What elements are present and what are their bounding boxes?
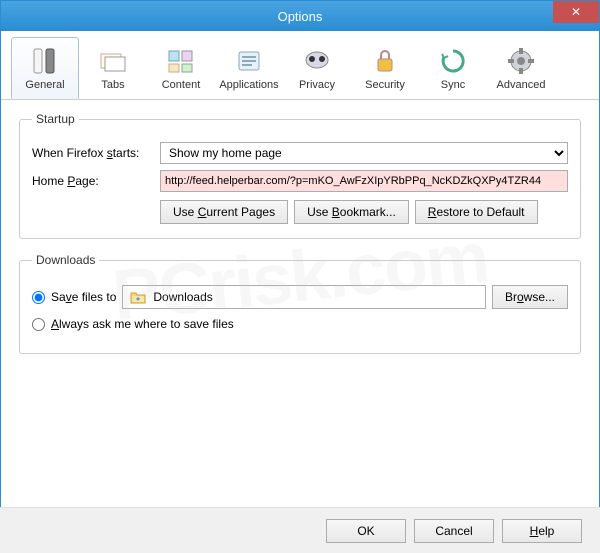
tab-privacy[interactable]: Privacy xyxy=(283,37,351,99)
use-bookmark-button[interactable]: Use Bookmark... xyxy=(294,200,409,224)
cancel-button[interactable]: Cancel xyxy=(414,519,494,543)
close-button[interactable]: ✕ xyxy=(553,1,599,23)
sync-icon xyxy=(437,45,469,77)
folder-icon xyxy=(129,289,147,305)
tab-label: Tabs xyxy=(101,79,124,91)
download-folder-name: Downloads xyxy=(153,290,212,304)
content-area: Startup When Firefox starts: Show my hom… xyxy=(1,100,599,380)
always-ask-radio[interactable] xyxy=(32,318,45,331)
browse-button[interactable]: Browse... xyxy=(492,285,568,309)
advanced-icon xyxy=(505,45,537,77)
tab-content[interactable]: Content xyxy=(147,37,215,99)
tab-advanced[interactable]: Advanced xyxy=(487,37,555,99)
use-current-pages-button[interactable]: Use Current Pages xyxy=(160,200,288,224)
tab-applications[interactable]: Applications xyxy=(215,37,283,99)
close-icon: ✕ xyxy=(571,5,581,19)
save-files-radio[interactable] xyxy=(32,291,45,304)
content-icon xyxy=(165,45,197,77)
tab-label: Sync xyxy=(441,79,465,91)
general-icon xyxy=(29,45,61,77)
tab-label: Advanced xyxy=(497,79,546,91)
startup-legend: Startup xyxy=(32,112,79,126)
home-page-input[interactable] xyxy=(160,170,568,192)
always-ask-label: Always ask me where to save files xyxy=(51,317,234,331)
save-files-label: Save files to xyxy=(51,290,116,304)
tab-label: Security xyxy=(365,79,405,91)
download-path-box: Downloads xyxy=(122,285,486,309)
tab-label: Applications xyxy=(219,79,278,91)
when-starts-select[interactable]: Show my home page xyxy=(160,142,568,164)
tab-security[interactable]: Security xyxy=(351,37,419,99)
privacy-icon xyxy=(301,45,333,77)
security-icon xyxy=(369,45,401,77)
help-button[interactable]: Help xyxy=(502,519,582,543)
when-starts-label: When Firefox starts: xyxy=(32,146,152,160)
tab-label: Content xyxy=(162,79,201,91)
footer: OK Cancel Help xyxy=(0,507,600,553)
ok-button[interactable]: OK xyxy=(326,519,406,543)
tabs-icon xyxy=(97,45,129,77)
home-page-label: Home Page: xyxy=(32,174,152,188)
downloads-group: Downloads Save files to Downloads Browse… xyxy=(19,253,581,354)
tab-sync[interactable]: Sync xyxy=(419,37,487,99)
startup-group: Startup When Firefox starts: Show my hom… xyxy=(19,112,581,239)
window-title: Options xyxy=(278,9,323,24)
tab-label: General xyxy=(25,79,64,91)
titlebar: Options ✕ xyxy=(1,1,599,31)
toolbar: General Tabs Content Applications Privac… xyxy=(1,31,599,100)
applications-icon xyxy=(233,45,265,77)
restore-default-button[interactable]: Restore to Default xyxy=(415,200,538,224)
tab-general[interactable]: General xyxy=(11,37,79,99)
tab-label: Privacy xyxy=(299,79,335,91)
tab-tabs[interactable]: Tabs xyxy=(79,37,147,99)
downloads-legend: Downloads xyxy=(32,253,99,267)
